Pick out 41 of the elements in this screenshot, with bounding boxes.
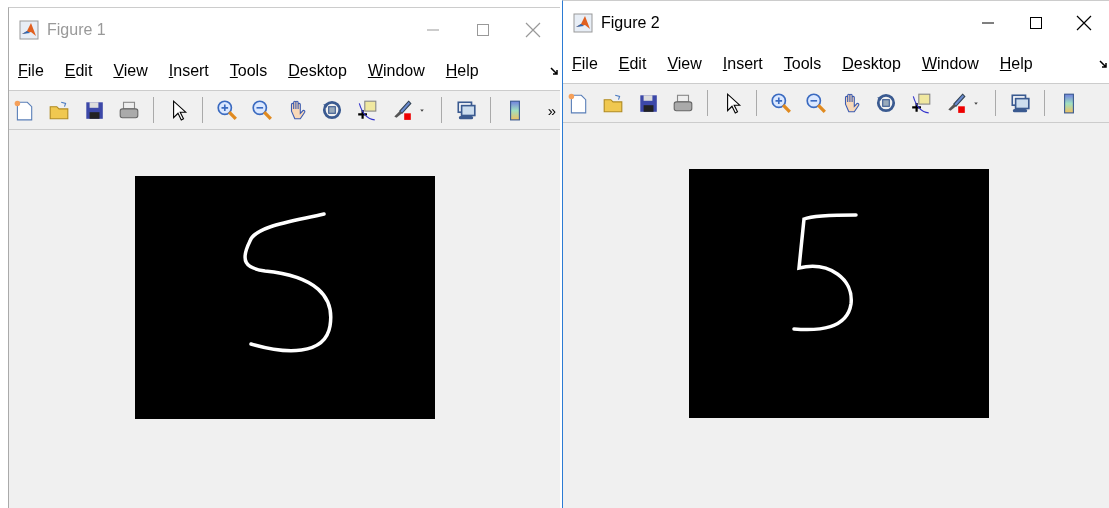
- menu-item[interactable]: Insert: [168, 62, 209, 80]
- zoom-in-icon[interactable]: [216, 99, 238, 121]
- window-title: Figure 1: [47, 21, 107, 39]
- zoom-out-icon[interactable]: [251, 99, 273, 121]
- save-icon[interactable]: [637, 92, 659, 114]
- chevron-icon[interactable]: [550, 66, 560, 76]
- menu-item[interactable]: Window: [367, 62, 425, 80]
- printer-icon[interactable]: [118, 99, 140, 121]
- new-document-icon[interactable]: [567, 92, 589, 114]
- brush-icon[interactable]: [391, 99, 413, 121]
- window-title: Figure 2: [601, 14, 661, 32]
- menu-item[interactable]: Edit: [618, 55, 647, 73]
- printer-icon[interactable]: [672, 92, 694, 114]
- menu-item[interactable]: View: [667, 55, 702, 73]
- data-cursor-icon[interactable]: [910, 92, 932, 114]
- app-logo-icon: [19, 20, 39, 40]
- menu-item[interactable]: Edit: [64, 62, 93, 80]
- menu-item[interactable]: Tools: [783, 55, 822, 73]
- chevron-icon[interactable]: [1099, 59, 1109, 69]
- menu-item[interactable]: Help: [999, 55, 1033, 73]
- zoom-in-icon[interactable]: [770, 92, 792, 114]
- menu-item[interactable]: File: [572, 55, 598, 73]
- menu-item[interactable]: Desktop: [842, 55, 901, 73]
- menu-item[interactable]: Desktop: [288, 62, 347, 80]
- zoom-out-icon[interactable]: [805, 92, 827, 114]
- menu-item[interactable]: File: [18, 62, 44, 80]
- linked-windows-icon[interactable]: [455, 99, 477, 121]
- rotate-icon[interactable]: [875, 92, 897, 114]
- menu-item[interactable]: View: [113, 62, 148, 80]
- save-icon[interactable]: [83, 99, 105, 121]
- linked-windows-icon[interactable]: [1009, 92, 1031, 114]
- menu-item[interactable]: Tools: [229, 62, 268, 80]
- menu-item[interactable]: Help: [445, 62, 479, 80]
- app-logo-icon: [573, 13, 593, 33]
- data-cursor-icon[interactable]: [356, 99, 378, 121]
- rotate-icon[interactable]: [321, 99, 343, 121]
- menu-item[interactable]: Window: [921, 55, 979, 73]
- overflow-button[interactable]: »: [547, 101, 556, 119]
- menu-item[interactable]: Insert: [722, 55, 763, 73]
- brush-icon[interactable]: [945, 92, 967, 114]
- new-document-icon[interactable]: [13, 99, 35, 121]
